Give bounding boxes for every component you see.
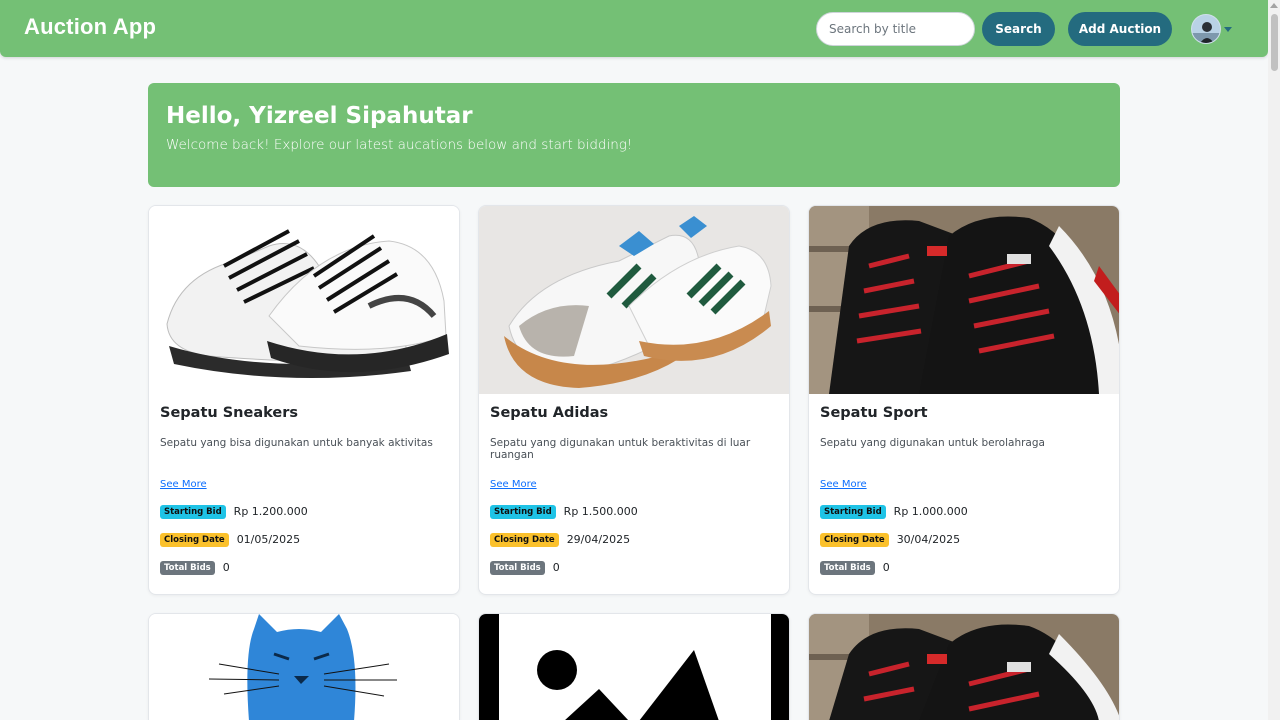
closing-date-badge: Closing Date [820, 532, 889, 547]
total-bids-badge: Total Bids [490, 560, 545, 575]
avatar [1191, 14, 1221, 44]
auction-card [148, 613, 460, 720]
top-navbar: Auction App Search Add Auction [0, 0, 1268, 57]
see-more-link[interactable]: See More [490, 479, 537, 490]
total-bids-value: 0 [222, 561, 230, 574]
card-description: Sepatu yang bisa digunakan untuk banyak … [160, 437, 433, 449]
total-bids-value: 0 [552, 561, 560, 574]
card-title: Sepatu Sport [820, 405, 928, 421]
card-title: Sepatu Sneakers [160, 405, 298, 421]
product-image [149, 614, 459, 720]
total-bids-badge: Total Bids [820, 560, 875, 575]
total-bids-badge: Total Bids [160, 560, 215, 575]
card-description: Sepatu yang digunakan untuk berolahraga [820, 437, 1045, 449]
auction-card: Sepatu Adidas Sepatu yang digunakan untu… [478, 205, 790, 595]
closing-date-row: Closing Date 29/04/2025 [490, 532, 778, 547]
product-image [479, 614, 789, 720]
starting-bid-badge: Starting Bid [160, 504, 226, 519]
welcome-banner: Hello, Yizreel Sipahutar Welcome back! E… [148, 83, 1120, 187]
starting-bid-row: Starting Bid Rp 1.000.000 [820, 504, 1108, 519]
page-scrollbar[interactable] [1268, 0, 1280, 720]
total-bids-row: Total Bids 0 [820, 560, 1108, 575]
closing-date-value: 01/05/2025 [236, 533, 301, 546]
total-bids-value: 0 [882, 561, 890, 574]
see-more-link[interactable]: See More [160, 479, 207, 490]
search-button[interactable]: Search [982, 12, 1055, 46]
starting-bid-value: Rp 1.500.000 [563, 505, 638, 518]
welcome-heading: Hello, Yizreel Sipahutar [166, 103, 473, 129]
app-brand[interactable]: Auction App [24, 14, 156, 40]
starting-bid-badge: Starting Bid [820, 504, 886, 519]
starting-bid-row: Starting Bid Rp 1.200.000 [160, 504, 448, 519]
total-bids-row: Total Bids 0 [490, 560, 778, 575]
add-auction-button[interactable]: Add Auction [1068, 12, 1172, 46]
total-bids-row: Total Bids 0 [160, 560, 448, 575]
auction-card [478, 613, 790, 720]
card-title: Sepatu Adidas [490, 405, 609, 421]
auction-card: Sepatu Sport Sepatu yang digunakan untuk… [808, 205, 1120, 595]
scrollbar-thumb[interactable] [1271, 14, 1278, 71]
closing-date-value: 29/04/2025 [566, 533, 631, 546]
closing-date-value: 30/04/2025 [896, 533, 961, 546]
welcome-subtitle: Welcome back! Explore our latest aucatio… [166, 137, 633, 153]
product-image [809, 206, 1119, 394]
scroll-up-arrow-icon[interactable] [1270, 3, 1278, 8]
user-menu-toggle[interactable] [1191, 14, 1233, 44]
auction-card [808, 613, 1120, 720]
product-image [149, 206, 459, 394]
auction-card: Sepatu Sneakers Sepatu yang bisa digunak… [148, 205, 460, 595]
starting-bid-value: Rp 1.000.000 [893, 505, 968, 518]
chevron-down-icon [1224, 26, 1232, 32]
closing-date-row: Closing Date 30/04/2025 [820, 532, 1108, 547]
search-input[interactable] [816, 12, 975, 46]
starting-bid-value: Rp 1.200.000 [233, 505, 308, 518]
closing-date-row: Closing Date 01/05/2025 [160, 532, 448, 547]
starting-bid-row: Starting Bid Rp 1.500.000 [490, 504, 778, 519]
see-more-link[interactable]: See More [820, 479, 867, 490]
product-image [479, 206, 789, 394]
closing-date-badge: Closing Date [160, 532, 229, 547]
product-image [809, 614, 1119, 720]
starting-bid-badge: Starting Bid [490, 504, 556, 519]
closing-date-badge: Closing Date [490, 532, 559, 547]
card-description: Sepatu yang digunakan untuk beraktivitas… [490, 437, 751, 461]
